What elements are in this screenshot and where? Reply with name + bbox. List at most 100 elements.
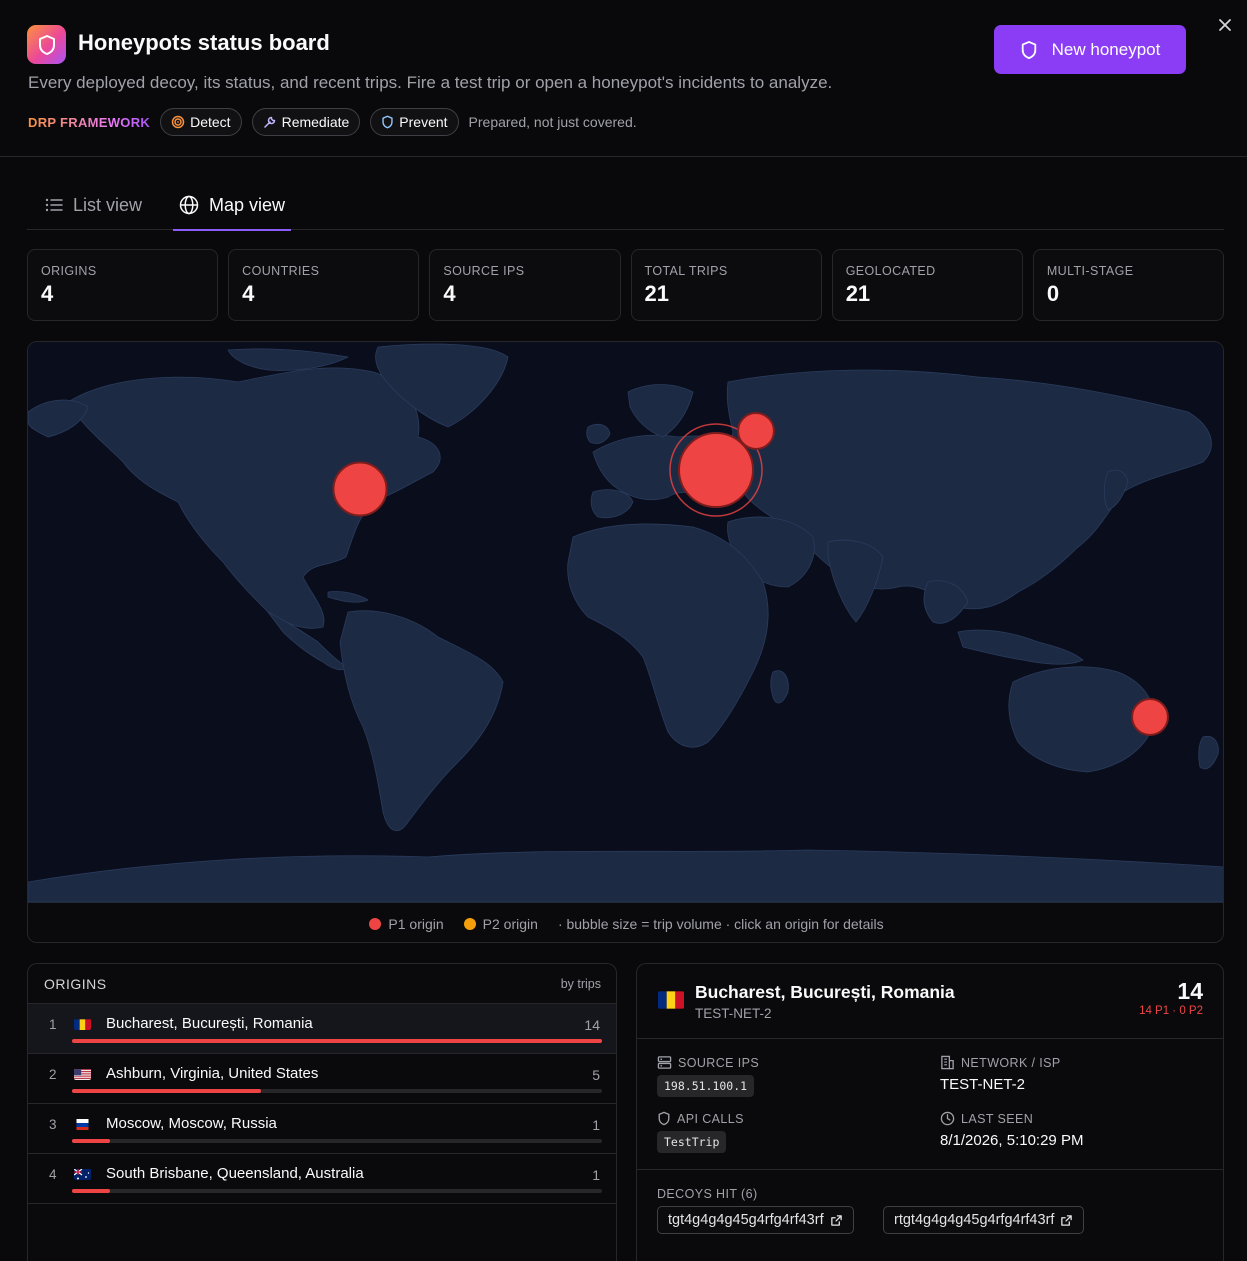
stat-source-ips: SOURCE IPS 4: [429, 249, 621, 321]
page-title: Honeypots status board: [78, 30, 330, 55]
shield-icon: [1021, 40, 1036, 59]
stat-multi-stage: MULTI-STAGE 0: [1032, 249, 1225, 321]
shield-icon: [658, 1111, 670, 1126]
romania-flag: [74, 1018, 91, 1030]
new-honeypot-label: New honeypot: [1051, 39, 1161, 59]
russia-flag: [74, 1118, 91, 1130]
building-icon: [941, 1055, 954, 1070]
field-label: API CALLS: [677, 1111, 744, 1126]
origin-count: 1: [592, 1117, 600, 1133]
romania-flag: [658, 991, 684, 1009]
origin-row[interactable]: 4 South Brisbane, Queensland, Australia 1: [28, 1154, 616, 1204]
origin-bubble[interactable]: [1131, 698, 1169, 736]
tab-map-view[interactable]: Map view: [173, 180, 291, 231]
world-map[interactable]: [28, 342, 1223, 903]
origins-header: ORIGINS by trips: [28, 964, 616, 1004]
shield-icon: [38, 34, 55, 55]
origin-rank: 3: [49, 1117, 57, 1132]
origin-detail-panel: Bucharest, București, Romania TEST-NET-2…: [636, 963, 1224, 1261]
decoys-hit-label: DECOYS HIT (6): [657, 1187, 758, 1201]
tagline: Prepared, not just covered.: [468, 114, 637, 130]
pill-prevent-label: Prevent: [399, 114, 448, 130]
legend-p1: P1 origin: [369, 916, 444, 932]
origin-row[interactable]: 1 Bucharest, București, Romania 14: [28, 1004, 616, 1054]
stat-label: COUNTRIES: [242, 264, 320, 278]
stat-value: 4: [41, 281, 54, 306]
origin-name: Bucharest, București, Romania: [106, 1015, 313, 1032]
origins-sort-label[interactable]: by trips: [561, 977, 601, 991]
page-subtitle: Every deployed decoy, its status, and re…: [28, 73, 833, 92]
origin-name: South Brisbane, Queensland, Australia: [106, 1165, 364, 1182]
origin-bubble[interactable]: [332, 461, 388, 517]
detail-total-trips: 14: [1177, 978, 1203, 1004]
detail-body: SOURCE IPS 198.51.100.1 NETWORK / ISP TE…: [637, 1039, 1223, 1170]
new-honeypot-button[interactable]: New honeypot: [994, 25, 1186, 74]
last-seen-value: 8/1/2026, 5:10:29 PM: [940, 1132, 1084, 1149]
origin-count: 5: [592, 1067, 600, 1083]
decoy-link[interactable]: rtgt4g4g4g45g4rfg4rf43rf: [883, 1206, 1085, 1234]
field-network-isp: NETWORK / ISP TEST-NET-2: [940, 1055, 1061, 1094]
tab-map-view-label: Map view: [209, 194, 286, 215]
target-icon: [171, 115, 185, 129]
shield-icon: [382, 115, 393, 129]
close-icon: [1219, 19, 1231, 31]
decoy-id: tgt4g4g4g45g4rfg4rf43rf: [668, 1212, 824, 1228]
pill-remediate-label: Remediate: [281, 114, 350, 130]
api-call-chip: TestTrip: [657, 1131, 727, 1153]
drp-framework-row: DRP FRAMEWORK Detect Remediate Prevent P…: [28, 108, 637, 136]
pill-detect-label: Detect: [190, 114, 231, 130]
p2-dot: [463, 917, 476, 930]
origins-panel: ORIGINS by trips 1 Bucharest, București, …: [27, 963, 617, 1261]
legend-p2-label: P2 origin: [482, 915, 538, 932]
wrench-icon: [263, 116, 275, 128]
legend-p2: P2 origin: [463, 915, 538, 932]
origin-row[interactable]: 3 Moscow, Moscow, Russia 1: [28, 1104, 616, 1154]
close-button[interactable]: [1214, 14, 1236, 36]
origin-bar-track: [72, 1189, 602, 1193]
origin-bar-fill: [72, 1189, 110, 1193]
pill-detect[interactable]: Detect: [160, 108, 242, 136]
server-icon: [657, 1056, 672, 1069]
origin-bubble[interactable]: [678, 432, 754, 508]
field-source-ips: SOURCE IPS 198.51.100.1: [657, 1055, 759, 1097]
pill-prevent[interactable]: Prevent: [370, 108, 459, 136]
tab-list-view[interactable]: List view: [45, 180, 142, 230]
field-api-calls: API CALLS TestTrip: [657, 1111, 744, 1153]
stat-label: SOURCE IPS: [443, 264, 525, 278]
detail-network: TEST-NET-2: [695, 1006, 772, 1021]
stat-value: 21: [644, 281, 669, 306]
origin-row[interactable]: 2 Ashburn, Virginia, United States 5: [28, 1054, 616, 1104]
stat-label: GEOLOCATED: [845, 264, 936, 278]
stat-value: 4: [242, 281, 255, 306]
origin-rank: 2: [49, 1067, 57, 1082]
stat-countries: COUNTRIES 4: [228, 249, 420, 321]
origin-bar-track: [72, 1139, 602, 1143]
world-map-card: P1 origin P2 origin · bubble size = trip…: [27, 341, 1224, 943]
detail-location: Bucharest, București, Romania: [695, 982, 955, 1002]
app-logo: [27, 25, 66, 64]
stat-value: 21: [845, 281, 871, 306]
stat-value: 0: [1046, 281, 1060, 306]
stat-total-trips: TOTAL TRIPS 21: [630, 249, 822, 321]
origins-title: ORIGINS: [44, 975, 107, 992]
globe-icon: [179, 195, 199, 215]
p1-dot: [369, 917, 382, 930]
field-label: NETWORK / ISP: [961, 1055, 1061, 1070]
drp-framework-label: DRP FRAMEWORK: [28, 114, 151, 130]
origin-name: Moscow, Moscow, Russia: [106, 1115, 277, 1132]
clock-icon: [940, 1111, 955, 1126]
tab-list-view-label: List view: [73, 194, 143, 215]
field-label: SOURCE IPS: [678, 1055, 760, 1070]
origin-bar-fill: [72, 1089, 262, 1093]
origin-bar-fill: [72, 1139, 110, 1143]
pill-remediate[interactable]: Remediate: [251, 108, 361, 136]
decoy-link[interactable]: tgt4g4g4g45g4rfg4rf43rf: [657, 1206, 854, 1234]
origin-bubble[interactable]: [737, 412, 775, 450]
origin-rank: 4: [49, 1167, 57, 1182]
origin-bar-track: [72, 1039, 602, 1043]
detail-priority-split: 14 P1 · 0 P2: [1139, 1005, 1203, 1017]
stat-label: ORIGINS: [41, 264, 97, 278]
network-value: TEST-NET-2: [940, 1076, 1026, 1093]
detail-header: Bucharest, București, Romania TEST-NET-2…: [637, 964, 1223, 1039]
origin-rank: 1: [49, 1017, 57, 1032]
